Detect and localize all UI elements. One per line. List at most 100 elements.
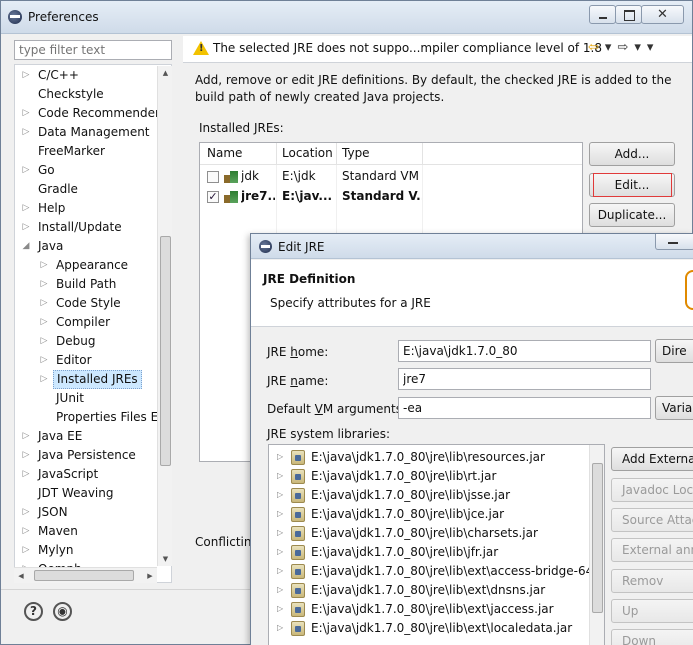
list-item[interactable]: ▷ E:\java\jdk1.7.0_80\jre\lib\resources.j… [269, 448, 604, 467]
tree-item[interactable]: ▷ Go [15, 161, 171, 180]
expand-arrow-icon[interactable]: ▷ [39, 351, 49, 370]
library-button-external-anno[interactable]: External anno [611, 538, 693, 562]
back-icon[interactable]: ⇦ [588, 40, 599, 55]
tree-item[interactable]: ▷ Editor [15, 351, 171, 370]
expand-arrow-icon[interactable]: ▷ [39, 256, 49, 275]
scroll-left-icon[interactable]: ◀ [14, 568, 28, 584]
list-item[interactable]: ▷ E:\java\jdk1.7.0_80\jre\lib\jsse.jar [269, 486, 604, 505]
expand-arrow-icon[interactable]: ▷ [39, 275, 49, 294]
import-export-icon[interactable]: ◉ [53, 602, 72, 621]
tree-item[interactable]: ▷ Mylyn [15, 541, 171, 560]
tree-item[interactable]: Checkstyle [15, 85, 171, 104]
tree-item[interactable]: ▷ Code Recommenders [15, 104, 171, 123]
tree-item[interactable]: ▷ Help [15, 199, 171, 218]
tree-item[interactable]: ▷ C/C++ [15, 66, 171, 85]
scroll-down-icon[interactable]: ▼ [158, 552, 173, 566]
expand-arrow-icon[interactable]: ▷ [277, 585, 283, 594]
tree-item[interactable]: ▷ Maven [15, 522, 171, 541]
tree-item[interactable]: ▷ Java Persistence [15, 446, 171, 465]
expand-arrow-icon[interactable]: ▷ [277, 604, 283, 613]
expand-arrow-icon[interactable]: ▷ [21, 218, 31, 237]
expand-arrow-icon[interactable]: ▷ [39, 370, 49, 389]
expand-arrow-icon[interactable]: ▷ [21, 66, 31, 85]
table-row[interactable]: jdk E:\jdk Standard VM [200, 166, 582, 187]
forward-icon[interactable]: ⇨ [617, 40, 628, 55]
libraries-scrollbar[interactable] [589, 445, 604, 645]
expand-arrow-icon[interactable]: ▷ [277, 528, 283, 537]
tree-item[interactable]: JDT Weaving [15, 484, 171, 503]
expand-arrow-icon[interactable]: ▷ [21, 123, 31, 142]
list-item[interactable]: ▷ E:\java\jdk1.7.0_80\jre\lib\ext\access-… [269, 562, 604, 581]
tree-item[interactable]: ▷ Build Path [15, 275, 171, 294]
scroll-right-icon[interactable]: ▶ [143, 568, 157, 584]
library-button-down[interactable]: Down [611, 629, 693, 645]
duplicate-jre-button[interactable]: Duplicate... [589, 203, 675, 227]
expand-arrow-icon[interactable]: ▷ [277, 490, 283, 499]
close-button[interactable]: ✕ [641, 5, 684, 24]
tree-item[interactable]: FreeMarker [15, 142, 171, 161]
expand-arrow-icon[interactable]: ▷ [21, 522, 31, 541]
expand-arrow-icon[interactable]: ▷ [21, 199, 31, 218]
table-row[interactable]: ✓ jre7... E:\jav... Standard V... [200, 186, 582, 207]
tree-horizontal-scrollbar[interactable]: ◀ ▶ [14, 567, 157, 583]
tree-item[interactable]: Gradle [15, 180, 171, 199]
tree-item[interactable]: ▷ JSON [15, 503, 171, 522]
directory-button[interactable]: Dire [655, 339, 693, 363]
maximize-button[interactable] [615, 5, 642, 24]
scroll-up-icon[interactable]: ▲ [158, 66, 173, 80]
library-button-remov[interactable]: Remov [611, 569, 693, 593]
expand-arrow-icon[interactable]: ▷ [21, 446, 31, 465]
expand-arrow-icon[interactable]: ▷ [39, 332, 49, 351]
column-header-name[interactable]: Name [207, 146, 242, 160]
tree-item[interactable]: JUnit [15, 389, 171, 408]
tree-item[interactable]: ▷ Installed JREs [15, 370, 171, 389]
back-menu-icon[interactable]: ▾ [605, 40, 612, 55]
forward-menu-icon[interactable]: ▾ [634, 40, 641, 55]
expand-arrow-icon[interactable]: ▷ [277, 547, 283, 556]
list-item[interactable]: ▷ E:\java\jdk1.7.0_80\jre\lib\rt.jar [269, 467, 604, 486]
expand-arrow-icon[interactable]: ▷ [39, 294, 49, 313]
expand-arrow-icon[interactable]: ▷ [277, 471, 283, 480]
jre-home-input[interactable] [398, 340, 651, 362]
expand-arrow-icon[interactable]: ▷ [21, 503, 31, 522]
scroll-thumb-horizontal[interactable] [34, 570, 134, 581]
tree-item[interactable]: ▷ JavaScript [15, 465, 171, 484]
list-item[interactable]: ▷ E:\java\jdk1.7.0_80\jre\lib\jfr.jar [269, 543, 604, 562]
jre-default-checkbox[interactable] [207, 171, 219, 183]
tree-item[interactable]: ▷ Java EE [15, 427, 171, 446]
library-button-source-attach[interactable]: Source Attach [611, 508, 693, 532]
expand-arrow-icon[interactable]: ▷ [21, 465, 31, 484]
tree-item[interactable]: ▷ Debug [15, 332, 171, 351]
list-item[interactable]: ▷ E:\java\jdk1.7.0_80\jre\lib\ext\dnsns.j… [269, 581, 604, 600]
vm-arguments-input[interactable] [398, 397, 651, 419]
dialog-minimize-button[interactable] [655, 234, 693, 250]
list-item[interactable]: ▷ E:\java\jdk1.7.0_80\jre\lib\ext\localed… [269, 619, 604, 638]
tree-item[interactable]: ▷ Install/Update [15, 218, 171, 237]
add-jre-button[interactable]: Add... [589, 142, 675, 166]
scroll-thumb[interactable] [160, 236, 171, 466]
expand-arrow-icon[interactable]: ▷ [21, 541, 31, 560]
help-icon[interactable]: ? [24, 602, 43, 621]
expand-arrow-icon[interactable]: ▷ [39, 313, 49, 332]
library-button-up[interactable]: Up [611, 599, 693, 623]
tree-item[interactable]: ▷ Compiler [15, 313, 171, 332]
list-item[interactable]: ▷ E:\java\jdk1.7.0_80\jre\lib\charsets.ja… [269, 524, 604, 543]
variables-button[interactable]: Varia [655, 396, 693, 420]
jre-default-checkbox[interactable]: ✓ [207, 191, 219, 203]
list-item[interactable]: ▷ E:\java\jdk1.7.0_80\jre\lib\jce.jar [269, 505, 604, 524]
library-button-add-external[interactable]: Add External [611, 447, 693, 471]
expand-arrow-icon[interactable]: ▷ [21, 104, 31, 123]
jre-name-input[interactable] [398, 368, 651, 390]
expand-arrow-icon[interactable]: ▷ [277, 623, 283, 632]
expand-arrow-icon[interactable]: ▷ [277, 509, 283, 518]
libraries-scroll-thumb[interactable] [592, 463, 603, 613]
expand-arrow-icon[interactable]: ▷ [21, 161, 31, 180]
column-header-type[interactable]: Type [342, 146, 370, 160]
view-menu-icon[interactable]: ▾ [647, 40, 654, 55]
tree-item[interactable]: ▷ Code Style [15, 294, 171, 313]
tree-item[interactable]: ▷ Data Management [15, 123, 171, 142]
minimize-button[interactable] [589, 5, 616, 24]
expanded-arrow-icon[interactable]: ◢ [21, 237, 31, 256]
tree-item[interactable]: ▷ Appearance [15, 256, 171, 275]
tree-item[interactable]: Properties Files Ec [15, 408, 171, 427]
